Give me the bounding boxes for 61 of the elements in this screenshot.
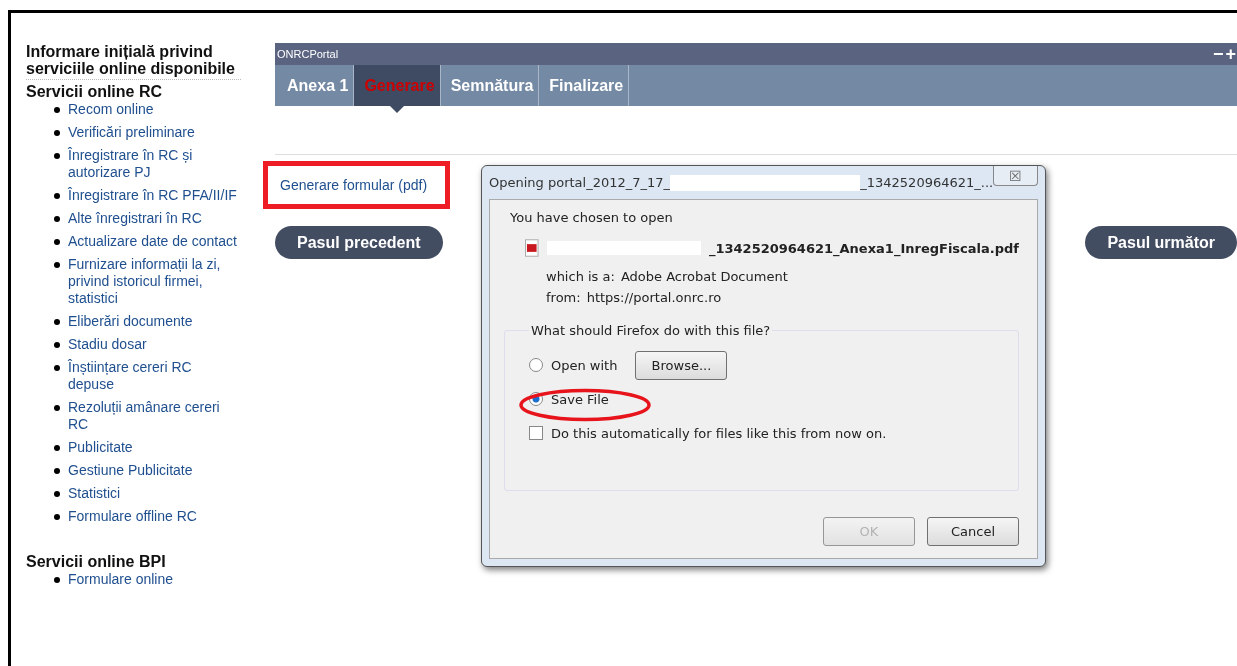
bullet-icon	[54, 445, 60, 451]
sidebar-link[interactable]: Stadiu dosar	[68, 336, 147, 353]
window-control[interactable]: +	[1224, 45, 1237, 63]
bullet-icon	[54, 239, 60, 245]
intro-heading: Informare inițială privind serviciile online disponibile	[26, 43, 241, 80]
dialog-intro: You have chosen to open	[510, 210, 674, 225]
sidebar-link[interactable]: Rezoluții amânare cereri RC	[68, 399, 237, 433]
sidebar-link[interactable]: Actualizare date de contact	[68, 233, 237, 250]
section-heading: Servicii online RC	[26, 83, 164, 101]
bullet-icon	[54, 491, 60, 497]
sidebar-link[interactable]: Înștiințare cereri RC depuse	[68, 359, 237, 393]
pointer-icon	[390, 106, 404, 113]
next-step-button[interactable]: Pasul următor	[1085, 226, 1237, 259]
sidebar-link[interactable]: Verificări preliminare	[68, 124, 195, 141]
bullet-icon	[54, 153, 60, 159]
group-title: What should Firefox do with this file?	[530, 323, 772, 338]
bullet-icon	[54, 193, 60, 199]
close-button[interactable]: ☒	[993, 166, 1038, 186]
generate-form-link[interactable]: Generare formular (pdf)	[280, 177, 428, 193]
from-value: https://portal.onrc.ro	[586, 290, 722, 305]
pdf-file-icon	[525, 239, 539, 257]
type-value: Adobe Acrobat Document	[620, 269, 788, 284]
checkbox-label[interactable]: Do this automatically for files like this from now on.	[551, 425, 887, 441]
previous-step-button[interactable]: Pasul precedent	[275, 226, 443, 259]
bullet-icon	[54, 342, 60, 348]
sidebar-link[interactable]: Formulare online	[68, 571, 174, 588]
type-label: which is a:	[546, 269, 615, 284]
bullet-icon	[54, 514, 60, 520]
from-label: from:	[546, 290, 581, 305]
sidebar-link[interactable]: Eliberări documente	[68, 313, 193, 330]
portal-title: ONRCPortal	[277, 48, 339, 60]
bullet-icon	[54, 107, 60, 113]
sidebar-link[interactable]: Alte înregistrari în RC	[68, 210, 202, 227]
sidebar-link[interactable]: Gestiune Publicitate	[68, 462, 193, 479]
sidebar-link[interactable]: Înregistrare în RC PFA/II/IF	[68, 187, 237, 204]
bullet-icon	[54, 262, 60, 268]
file-name: _1342520964621_Anexa1_InregFiscala.pdf	[708, 240, 1019, 256]
cancel-button[interactable]: Cancel	[927, 517, 1019, 546]
bullet-icon	[54, 577, 60, 583]
sidebar-link[interactable]: Furnizare informații la zi, privind istoricul firmei, statistici	[68, 256, 237, 307]
dialog-title: _1342520964621_...	[860, 175, 994, 190]
sidebar-link[interactable]: Formulare offline RC	[68, 508, 197, 525]
sidebar-link[interactable]: Recom online	[68, 101, 154, 118]
radio-label[interactable]: Open with	[551, 357, 618, 373]
window-control[interactable]: −	[1211, 45, 1225, 63]
sidebar-link[interactable]: Publicitate	[68, 439, 133, 456]
bullet-icon	[54, 468, 60, 474]
bullet-icon	[54, 405, 60, 411]
bullet-icon	[54, 319, 60, 325]
radio-button[interactable]	[529, 358, 543, 372]
dialog-title: Opening portal_2012_7_17_	[489, 175, 671, 190]
step-tab[interactable]: Finalizare	[539, 65, 630, 106]
step-tab[interactable]: Semnătura	[440, 65, 540, 106]
bullet-icon	[54, 365, 60, 371]
sidebar-link[interactable]: Statistici	[68, 485, 121, 502]
sidebar-link[interactable]: Înregistrare în RC și autorizare PJ	[68, 147, 237, 181]
bullet-icon	[54, 216, 60, 222]
browse-button[interactable]: Browse...	[635, 350, 728, 380]
bullet-icon	[54, 130, 60, 136]
checkbox[interactable]	[529, 426, 543, 440]
section-heading: Servicii online BPI	[26, 553, 167, 571]
